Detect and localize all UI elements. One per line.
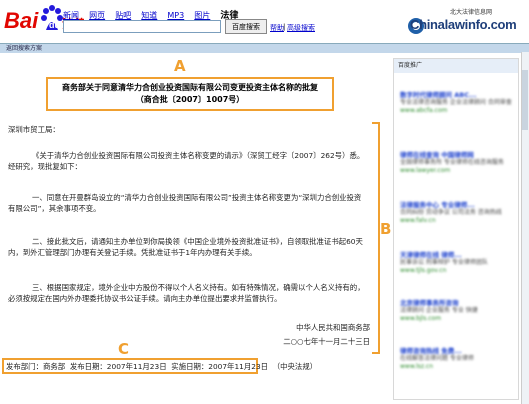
search-input[interactable] [63,20,221,33]
annotation-b: B [380,220,392,238]
ad-title[interactable]: 天津律师在线 律师... [400,251,514,259]
ad-desc: 合同纠纷 劳动争议 公司法务 咨询热线 [400,209,502,216]
annotation-c: C [118,340,130,358]
ad-title[interactable]: 北京律师事务所咨询 [400,299,514,307]
ad-desc: 在线解答法律问题 专业律师 [400,355,474,362]
ad-desc: 专业法律咨询服务 企业法律顾问 合同审查 [400,99,512,106]
salutation: 深圳市贸工局： [8,125,60,134]
annotation-a: A [174,57,186,75]
paragraph-2: 一、同意在开曼群岛设立的“清华力合创业投资国际有限公司”投资主体名称变更为“深圳… [8,193,362,213]
source: （中央法规） [272,362,318,371]
ad-desc: 全国律师事务所 专业律师在线咨询服务 [400,159,504,166]
ad-item[interactable]: 天津律师在线 律师... 民事诉讼 刑事辩护 专业律师团队 www.tjls.g… [400,251,514,275]
ad-title[interactable]: 数字时代律师顾问 ABC... [400,91,514,99]
paragraph-3: 二、接此批文后，请通知主办单位到你局换领《中国企业境外投资批准证书》，自领取批准… [8,237,363,257]
ad-url: www.bjls.com [400,315,442,322]
ad-title[interactable]: 律师在线查询 中国律师网 [400,151,514,159]
title-box: 商务部关于同意清华力合创业投资国际有限公司变更投资主体名称的批复 （商合批〔20… [46,77,334,111]
link-separator: | [283,23,286,31]
paragraph-4: 三、根据国家规定，境外企业中方股份不得以个人名义持有。如有特殊情况，确需以个人名… [8,283,365,303]
sidebar-header: 百度推广 [394,59,518,73]
ad-url: www.abcfa.com [400,107,448,114]
body-bracket [372,122,380,354]
breadcrumb-bar [0,43,529,53]
effective-date: 实施日期：2007年11月23日 [171,362,269,371]
advanced-search-link[interactable]: 高级搜索 [287,23,315,33]
document-title: 商务部关于同意清华力合创业投资国际有限公司变更投资主体名称的批复 [62,83,318,92]
ad-url: www.tjls.gov.cn [400,267,447,274]
partner-tagline: 北大法律信息网 [450,9,493,16]
nav-news[interactable]: 新闻 [63,11,79,20]
nav-zhidao[interactable]: 知道 [141,11,157,20]
search-button[interactable]: 百度搜索 [225,19,267,34]
ad-url: www.falv.cn [400,217,436,224]
chinalawinfo-logo[interactable]: 北大法律信息网 Chinalawinfo.com [406,4,524,38]
footer-meta: 发布部门：商务部 发布日期：2007年11月23日 实施日期：2007年11月2… [6,361,317,372]
ad-item[interactable]: 法律服务中心 专业律师... 合同纠纷 劳动争议 公司法务 咨询热线 www.f… [400,201,514,225]
paragraph-1: 《关于清华力合创业投资国际有限公司投资主体名称变更的请示》（深贸工经字〔2007… [8,151,365,171]
ad-item[interactable]: 北京律师事务所咨询 法律顾问 企业服务 专业 快捷 www.bjls.com [400,299,514,323]
breadcrumb[interactable]: 返回搜索方案 [6,43,42,52]
publisher: 发布部门：商务部 [6,362,66,371]
nav-web[interactable]: 网页 [89,11,105,20]
publish-date: 发布日期：2007年11月23日 [69,362,167,371]
document-number: （商合批〔2007〕1007号） [135,95,245,104]
ad-item[interactable]: 律师在线查询 中国律师网 全国律师事务所 专业律师在线咨询服务 www.lawy… [400,151,514,175]
ad-url: www.lawyer.com [400,167,451,174]
partner-url: Chinalawinfo.com [410,17,517,32]
scrollbar-thumb[interactable] [522,70,528,130]
nav-tieba[interactable]: 贴吧 [115,11,131,20]
ad-desc: 民事诉讼 刑事辩护 专业律师团队 [400,259,488,266]
signer: 中华人民共和国商务部 [296,323,370,332]
ad-url: www.lsz.cn [400,363,434,370]
svg-text:Bai: Bai [4,8,39,33]
svg-text:du: du [49,20,60,30]
ad-title[interactable]: 法律服务中心 专业律师... [400,201,514,209]
nav-mp3[interactable]: MP3 [167,11,184,20]
ad-desc: 法律顾问 企业服务 专业 快捷 [400,307,478,314]
help-link[interactable]: 帮助 [270,23,284,33]
ad-item[interactable]: 律师咨询热线 免费... 在线解答法律问题 专业律师 www.lsz.cn [400,347,514,371]
signing-date: 二○○七年十一月二十三日 [283,337,370,346]
ad-title[interactable]: 律师咨询热线 免费... [400,347,514,355]
sidebar-ads: 百度推广 数字时代律师顾问 ABC... 专业法律咨询服务 企业法律顾问 合同审… [393,58,519,400]
nav-images[interactable]: 图片 [194,11,210,20]
ad-item[interactable]: 数字时代律师顾问 ABC... 专业法律咨询服务 企业法律顾问 合同审查 www… [400,91,514,115]
